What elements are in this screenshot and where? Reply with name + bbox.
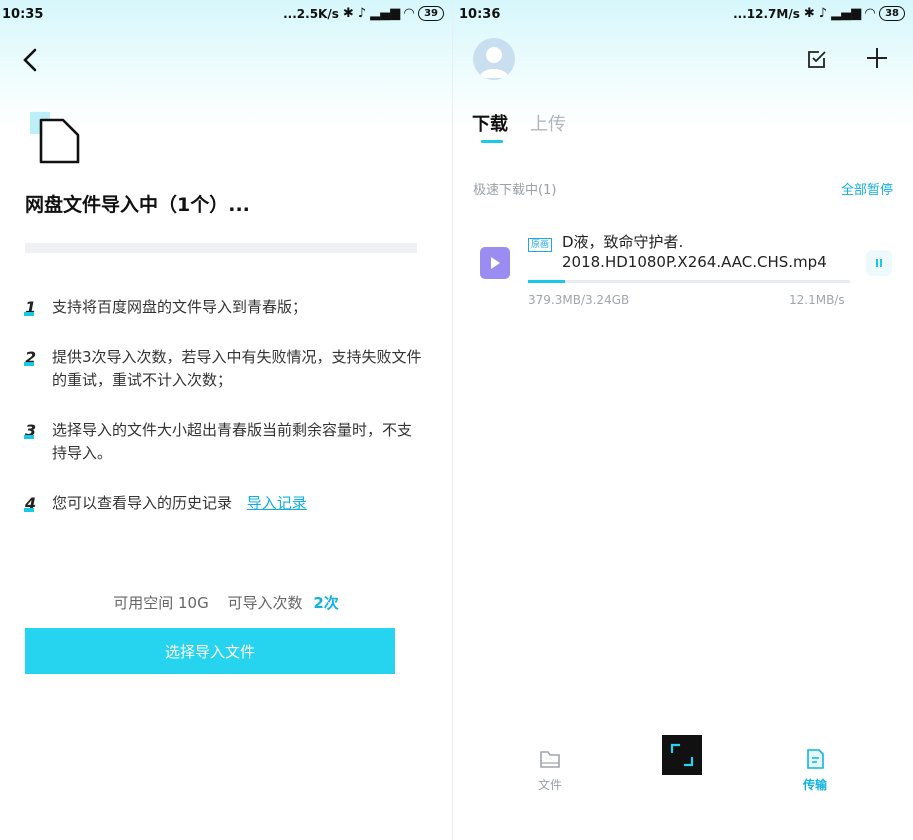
available-space: 可用空间 10G — [113, 594, 209, 612]
tab-upload[interactable]: 上传 — [530, 110, 566, 136]
download-task-row[interactable]: 原画 D液，致命守护者. 2018.HD1080P.X264.AAC.CHS.m… — [453, 228, 913, 318]
transfer-icon — [807, 749, 824, 769]
bluetooth-icon: ✱ — [342, 6, 354, 21]
task-progress-bar — [528, 280, 850, 283]
bottom-nav: 文件 传输 — [453, 730, 913, 800]
scan-icon — [670, 743, 694, 767]
file-name-line1: D液，致命守护者. — [562, 233, 684, 251]
rule-item: 4 您可以查看导入的历史记录 导入记录 — [23, 492, 425, 515]
mute-icon: ♪ — [818, 6, 828, 21]
mute-icon: ♪ — [357, 6, 367, 21]
pause-all-button[interactable]: 全部暂停 — [841, 179, 893, 198]
page-title: 网盘文件导入中（1个）... — [25, 194, 250, 216]
rule-number: 4 — [23, 494, 37, 513]
nav-transfer[interactable]: 传输 — [785, 748, 845, 793]
file-name-line2: 2018.HD1080P.X264.AAC.CHS.mp4 — [562, 253, 827, 271]
bluetooth-icon: ✱ — [803, 6, 815, 21]
import-history-link[interactable]: 导入记录 — [247, 494, 307, 512]
network-speed: ...12.7M/s — [733, 6, 800, 21]
rule-item: 2 提供3次导入次数，若导入中有失败情况，支持失败文件的重试，重试不计入次数； — [23, 346, 425, 392]
rule-text: 您可以查看导入的历史记录 — [52, 494, 233, 512]
pause-icon[interactable] — [866, 250, 892, 276]
nav-transfer-label: 传输 — [802, 778, 827, 792]
status-icons: ...2.5K/s ✱ ♪ ▂▄▆ ◠ 39 — [283, 6, 444, 21]
transfer-screen: 10:36 ...12.7M/s ✱ ♪ ▂▄▆ ◠ 38 下载 上传 极速下载… — [453, 0, 913, 840]
file-name: D液，致命守护者. 2018.HD1080P.X264.AAC.CHS.mp4 — [562, 232, 852, 272]
multi-select-icon[interactable] — [806, 48, 828, 70]
select-import-file-button[interactable]: 选择导入文件 — [25, 628, 395, 674]
quality-badge: 原画 — [528, 238, 553, 252]
add-icon[interactable] — [865, 46, 889, 70]
tab-download[interactable]: 下载 — [472, 110, 508, 143]
task-speed: 12.1MB/s — [789, 293, 845, 307]
status-time: 10:36 — [459, 7, 501, 22]
user-icon — [479, 47, 509, 78]
status-bar: 10:36 ...12.7M/s ✱ ♪ ▂▄▆ ◠ 38 — [453, 0, 913, 28]
rule-number: 1 — [23, 298, 37, 317]
nav-files[interactable]: 文件 — [520, 748, 580, 793]
wifi-icon: ◠ — [404, 6, 415, 21]
task-progress-fill — [528, 280, 565, 283]
status-icons: ...12.7M/s ✱ ♪ ▂▄▆ ◠ 38 — [733, 6, 905, 21]
rule-text: 选择导入的文件大小超出青春版当前剩余容量时，不支持导入。 — [52, 421, 413, 462]
import-count-value: 2次 — [313, 594, 339, 612]
back-arrow-icon[interactable] — [18, 46, 44, 74]
folder-icon — [540, 751, 560, 768]
transfer-tabs: 下载 上传 — [472, 110, 566, 143]
battery-icon: 39 — [418, 6, 444, 21]
section-label: 极速下载中(1) — [473, 183, 557, 198]
import-rules: 1 支持将百度网盘的文件导入到青春版； 2 提供3次导入次数，若导入中有失败情况… — [23, 296, 425, 542]
scan-button[interactable] — [662, 735, 702, 775]
avatar[interactable] — [473, 38, 515, 80]
rule-text: 支持将百度网盘的文件导入到青春版； — [52, 298, 308, 316]
status-time: 10:35 — [2, 7, 44, 22]
rule-item: 1 支持将百度网盘的文件导入到青春版； — [23, 296, 425, 319]
network-speed: ...2.5K/s — [283, 6, 339, 21]
import-screen: 10:35 ...2.5K/s ✱ ♪ ▂▄▆ ◠ 39 网盘文件导入中（1个）… — [0, 0, 452, 840]
wifi-icon: ◠ — [865, 6, 876, 21]
import-count-label: 可导入次数 — [227, 594, 303, 612]
nav-files-label: 文件 — [537, 778, 562, 792]
status-bar: 10:35 ...2.5K/s ✱ ♪ ▂▄▆ ◠ 39 — [0, 0, 452, 28]
task-size-progress: 379.3MB/3.24GB — [528, 293, 630, 307]
quota-info: 可用空间 10G 可导入次数 2次 — [0, 592, 452, 613]
video-file-icon — [480, 247, 510, 279]
rule-text: 提供3次导入次数，若导入中有失败情况，支持失败文件的重试，重试不计入次数； — [52, 348, 422, 389]
document-icon — [30, 112, 80, 164]
battery-icon: 38 — [879, 6, 905, 21]
signal-icon: ▂▄▆ — [831, 6, 862, 21]
rule-item: 3 选择导入的文件大小超出青春版当前剩余容量时，不支持导入。 — [23, 419, 425, 465]
signal-icon: ▂▄▆ — [370, 6, 401, 21]
rule-number: 3 — [23, 421, 37, 440]
import-progress-bar — [25, 243, 417, 253]
rule-number: 2 — [23, 348, 37, 367]
